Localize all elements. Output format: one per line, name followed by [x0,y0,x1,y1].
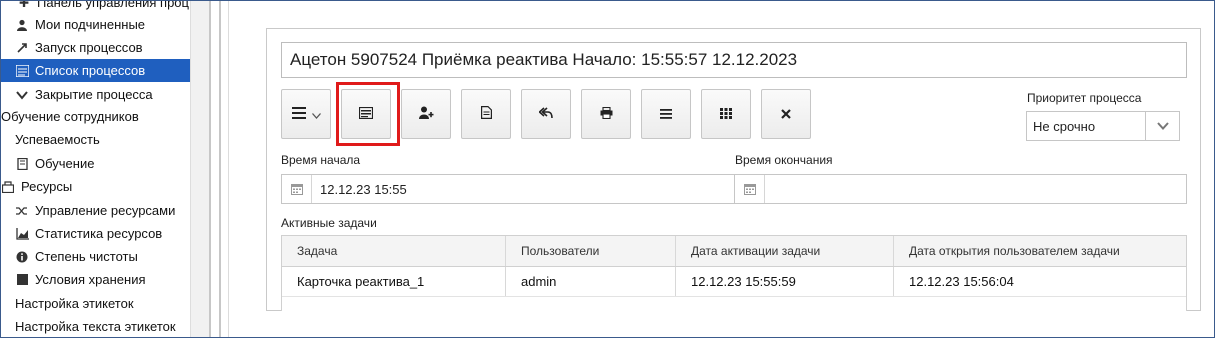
calendar-icon[interactable] [735,175,765,203]
sidebar-item-purity-degree[interactable]: Степень чистоты [1,245,190,268]
active-tasks-label: Активные задачи [281,216,377,230]
print-icon [600,106,613,122]
sidebar-item-training[interactable]: Обучение [1,152,190,175]
chevron-down-icon[interactable] [1145,112,1179,140]
sidebar-item-resources[interactable]: Ресурсы [1,175,190,198]
book-icon [15,157,29,171]
chevron-down-icon [15,88,29,102]
reply-all-button[interactable] [521,89,571,139]
start-time-field[interactable]: 12.12.23 15:55 [281,174,736,204]
sidebar-item-performance[interactable]: Успеваемость [1,128,190,151]
column-header-task[interactable]: Задача [282,236,506,266]
splitter[interactable] [209,0,211,338]
add-user-icon [418,106,434,122]
info-icon [15,250,29,264]
sidebar-item-label: Обучение сотрудников [1,109,139,124]
process-title: Ацетон 5907524 Приёмка реактива Начало: … [281,42,1187,78]
document-button[interactable] [461,89,511,139]
menu-dropdown-button[interactable] [281,89,331,139]
grid-icon [720,106,732,122]
active-tasks-table: Задача Пользователи Дата активации задач… [281,235,1187,311]
sidebar-item-label: Статистика ресурсов [35,226,163,241]
sidebar-item-label: Управление ресурсами [35,203,176,218]
sidebar-item-label: Настройка этикеток [15,296,134,311]
start-time-value: 12.12.23 15:55 [320,181,407,197]
close-button[interactable] [761,89,811,139]
sidebar-item-label: Условия хранения [35,272,146,287]
end-time-label: Время окончания [735,153,833,167]
highlight-frame [336,82,400,146]
sidebar-item-process-list[interactable]: Список процессов [1,59,190,82]
column-header-users[interactable]: Пользователи [506,236,676,266]
grid-button[interactable] [701,89,751,139]
list-button[interactable] [641,89,691,139]
add-user-button[interactable] [401,89,451,139]
document-icon [480,106,492,122]
sidebar-nav: ✚ Панель управления проц Мои подчиненные… [1,0,190,338]
cell-activation-date: 12.12.23 15:55:59 [676,267,894,296]
cell-users: admin [506,267,676,296]
splitter[interactable] [219,0,221,338]
chart-icon [15,227,29,241]
priority-select[interactable]: Не срочно [1026,111,1180,141]
priority-value: Не срочно [1033,118,1096,134]
sidebar-item-label: Список процессов [35,63,146,78]
user-icon [15,18,29,32]
list-icon [15,64,29,78]
column-header-activation-date[interactable]: Дата активации задачи [676,236,894,266]
sidebar-item-label: Настройка текста этикеток [15,319,176,334]
sidebar-item-start-process[interactable]: Запуск процессов [1,36,190,59]
shuffle-icon [15,204,29,218]
sidebar-item-label: Обучение [35,156,95,171]
wrench-icon: ✚ [18,0,30,10]
sidebar-item-my-subordinates[interactable]: Мои подчиненные [1,13,190,36]
sidebar-item-resource-management[interactable]: Управление ресурсами [1,199,190,222]
sidebar-item-storage-conditions[interactable]: Условия хранения [1,268,190,291]
sidebar-item-label: Степень чистоты [35,249,138,264]
sidebar-item-label: Закрытие процесса [35,87,153,102]
sidebar-item-label: Успеваемость [15,132,100,147]
chevron-down-icon [311,106,321,122]
sidebar-item-label: Мои подчиненные [35,17,146,32]
sidebar-item-label: Панель управления проц [37,0,189,10]
sidebar-item-label-settings[interactable]: Настройка этикеток [1,292,190,315]
hamburger-icon [291,106,306,122]
start-time-label: Время начала [281,153,361,167]
cell-task: Карточка реактива_1 [282,267,506,296]
process-panel: Ацетон 5907524 Приёмка реактива Начало: … [266,28,1201,311]
sidebar-item-process-panel[interactable]: ✚ Панель управления проц [1,0,190,14]
divider [228,0,229,338]
sidebar-item-label-text-settings[interactable]: Настройка текста этикеток [1,315,190,338]
priority-label: Приоритет процесса [1027,91,1142,105]
sidebar-item-staff-training[interactable]: Обучение сотрудников [1,105,190,128]
table-empty-area [282,297,1186,311]
cell-open-date: 12.12.23 15:56:04 [909,274,1014,289]
sidebar-item-resource-statistics[interactable]: Статистика ресурсов [1,222,190,245]
column-header-open-date[interactable]: Дата открытия пользователем задачи [894,236,1186,266]
sidebar-scrollbar[interactable] [190,0,209,338]
reply-all-icon [538,106,553,122]
table-row[interactable]: Карточка реактива_1 admin 12.12.23 15:55… [282,267,1186,297]
end-time-field[interactable] [734,174,1187,204]
list-lines-icon [660,106,672,122]
print-button[interactable] [581,89,631,139]
square-icon [15,273,29,287]
calendar-icon[interactable] [282,175,312,203]
sidebar-item-close-process[interactable]: Закрытие процесса [1,83,190,106]
play-icon [15,41,29,55]
sidebar-item-label: Запуск процессов [35,40,143,55]
sidebar-item-label: Ресурсы [21,179,73,194]
close-icon [781,106,791,122]
table-header: Задача Пользователи Дата активации задач… [282,236,1186,267]
resources-icon [1,180,15,194]
